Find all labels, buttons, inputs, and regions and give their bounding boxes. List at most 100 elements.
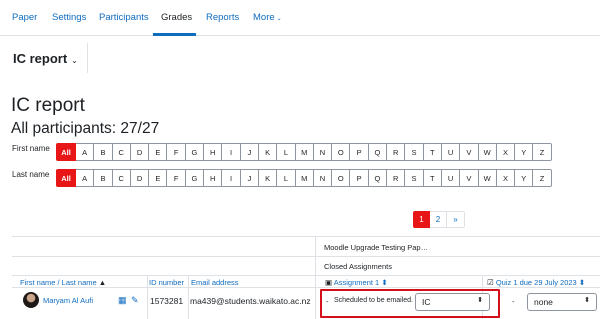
tab-reports[interactable]: Reports [206,12,239,23]
report-selector[interactable]: IC report ⌄ [13,51,78,66]
last-name-initial-q[interactable]: Q [368,169,388,187]
last-name-initial-i[interactable]: I [222,169,241,187]
email-column-header[interactable]: Email address [191,278,239,287]
last-name-initial-e[interactable]: E [149,169,168,187]
last-name-initial-d[interactable]: D [130,169,150,187]
first-name-initial-a[interactable]: A [76,143,95,161]
last-name-initial-u[interactable]: U [441,169,461,187]
first-name-initial-v[interactable]: V [460,143,479,161]
last-name-initial-z[interactable]: Z [533,169,552,187]
first-name-filter-label: First name [12,144,50,153]
quiz-icon: ☑ [487,278,494,287]
last-name-initial-x[interactable]: X [496,169,516,187]
first-name-initial-s[interactable]: S [405,143,424,161]
last-name-initial-w[interactable]: W [478,169,497,187]
email-address: ma439@students.waikato.ac.nz [190,296,311,306]
first-name-initial-e[interactable]: E [149,143,168,161]
first-name-initial-r[interactable]: R [387,143,406,161]
last-name-initial-t[interactable]: T [423,169,442,187]
first-name-initial-x[interactable]: X [496,143,516,161]
tab-more-label: More [253,12,275,23]
chevron-down-icon: ⌄ [276,16,282,22]
grade-icon[interactable]: ▦ [118,295,127,306]
last-name-initial-y[interactable]: Y [515,169,534,187]
first-name-initial-n[interactable]: N [313,143,333,161]
report-selector-label: IC report [13,51,68,66]
last-name-initial-h[interactable]: H [204,169,223,187]
last-name-initial-l[interactable]: L [277,169,296,187]
last-name-initial-v[interactable]: V [460,169,479,187]
last-name-initial-k[interactable]: K [258,169,278,187]
last-name-initial-r[interactable]: R [387,169,406,187]
avatar [23,292,39,308]
id-number: 1573281 [150,296,184,306]
grades-table: Moodle Upgrade Testing Pap… Closed Assig… [12,236,600,319]
first-name-initial-f[interactable]: F [167,143,186,161]
first-name-initial-d[interactable]: D [130,143,150,161]
subgroup-header: Closed Assignments [324,262,392,271]
last-name-initial-b[interactable]: B [94,169,113,187]
quiz-grade-value: none [534,297,553,307]
first-name-initial-z[interactable]: Z [533,143,552,161]
sort-up-icon: ▲ [98,278,107,287]
divider [315,237,316,319]
quiz-prefix: - [512,297,515,306]
first-name-initial-y[interactable]: Y [515,143,534,161]
page-1-button[interactable]: 1 [413,211,430,228]
first-name-initial-q[interactable]: Q [368,143,388,161]
last-name-initial-g[interactable]: G [185,169,205,187]
last-name-all-button[interactable]: All [56,169,76,187]
student-name-link[interactable]: Maryam Al Aufi [43,296,93,305]
course-nav: Paper Settings Participants Grades Repor… [0,0,600,36]
first-name-initial-w[interactable]: W [478,143,497,161]
assignment-column-header[interactable]: ▣ Assignment 1 ⬍ [325,278,388,287]
pagination: 1 2 » [413,211,465,228]
quiz-column-label: Quiz 1 due 29 July 2023 [495,278,577,287]
assignment-column-label: Assignment 1 [333,278,380,287]
id-column-header[interactable]: ID number [149,278,184,287]
tab-participants[interactable]: Participants [99,12,149,23]
tab-paper[interactable]: Paper [12,12,37,23]
last-name-initials-bar: All ABCDEFGHIJKLMNOPQRSTUVWXYZ [56,169,552,187]
last-name-initial-s[interactable]: S [405,169,424,187]
first-name-all-button[interactable]: All [56,143,76,161]
name-column-header[interactable]: First name / Last name ▲ [20,278,106,287]
quiz-grade-select[interactable]: none ⬍ [527,293,597,311]
highlight-box [320,289,500,318]
first-name-initial-g[interactable]: G [185,143,205,161]
tab-settings[interactable]: Settings [52,12,86,23]
first-name-initial-c[interactable]: C [112,143,131,161]
first-name-initial-k[interactable]: K [258,143,278,161]
tab-more[interactable]: More ⌄ [253,12,282,23]
last-name-initial-m[interactable]: M [295,169,314,187]
first-name-initial-l[interactable]: L [277,143,296,161]
last-name-initial-n[interactable]: N [313,169,333,187]
sort-icon: ⬍ [381,278,388,287]
last-name-initial-f[interactable]: F [167,169,186,187]
last-name-initial-c[interactable]: C [112,169,131,187]
first-name-initial-o[interactable]: O [332,143,351,161]
sort-icon: ⬍ [578,278,586,287]
last-name-initial-p[interactable]: P [350,169,369,187]
first-name-initial-b[interactable]: B [94,143,113,161]
chevron-down-icon: ⌄ [71,56,78,65]
first-name-initial-i[interactable]: I [222,143,241,161]
quiz-column-header[interactable]: ☑ Quiz 1 due 29 July 2023 ⬍ [487,278,585,287]
edit-icon[interactable]: ✎ [131,295,139,306]
assignment-icon: ▣ [325,278,333,287]
page-2-button[interactable]: 2 [430,211,447,228]
last-name-initial-a[interactable]: A [76,169,95,187]
first-name-initial-j[interactable]: J [240,143,259,161]
first-name-initial-m[interactable]: M [295,143,314,161]
next-page-button[interactable]: » [447,211,465,228]
last-name-initial-j[interactable]: J [240,169,259,187]
last-name-initial-o[interactable]: O [332,169,351,187]
first-name-initial-t[interactable]: T [423,143,442,161]
first-name-initial-u[interactable]: U [441,143,461,161]
first-name-initial-p[interactable]: P [350,143,369,161]
name-column-label: First name / Last name [20,278,97,287]
tab-grades[interactable]: Grades [161,12,192,23]
last-name-filter-label: Last name [12,170,50,179]
first-name-initial-h[interactable]: H [204,143,223,161]
active-tab-indicator [153,33,196,36]
